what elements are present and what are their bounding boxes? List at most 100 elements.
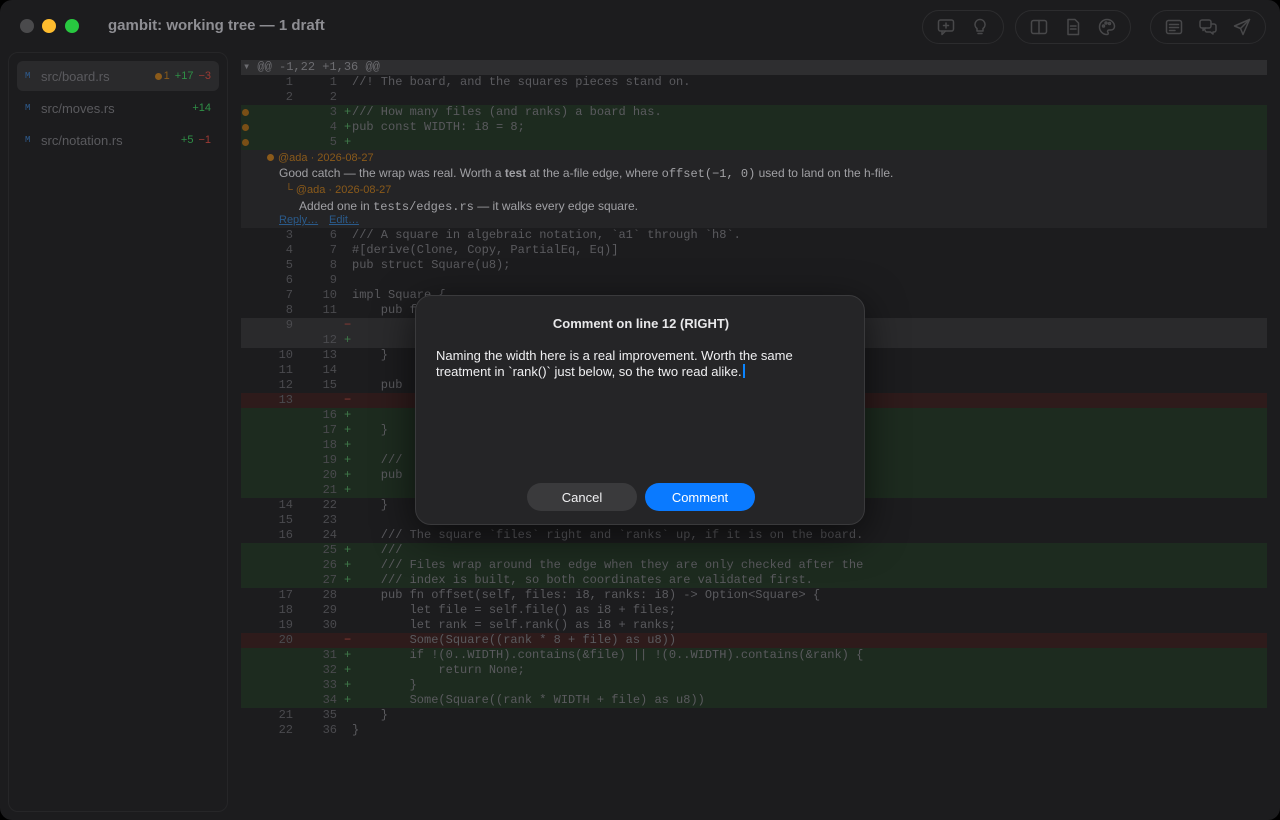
code-text: pub struct Square(u8);: [352, 258, 511, 272]
code-text: /// A square in algebraic notation, `a1`…: [352, 228, 741, 242]
diff-line[interactable]: 3 +/// How many files (and ranks) a board…: [241, 105, 1267, 120]
edit-link[interactable]: Edit…: [329, 214, 359, 226]
diff-line[interactable]: 27 + /// index is built, so both coordina…: [241, 573, 1267, 588]
old-line-number: 18: [278, 603, 293, 617]
hint-button[interactable]: [963, 12, 997, 42]
diff-line[interactable]: 69: [241, 273, 1267, 288]
hunk-header[interactable]: ▾ @@ -1,22 +1,36 @@: [241, 60, 1267, 75]
diff-line[interactable]: 19 30 let rank = self.rank() as i8 + rank…: [241, 618, 1267, 633]
old-line-number: 6: [285, 273, 293, 287]
code-text: ///: [352, 543, 403, 557]
new-line-number: 15: [322, 378, 337, 392]
new-line-number: 26: [322, 558, 337, 572]
diff-line[interactable]: 31 + if !(0..WIDTH).contains(&file) || !(…: [241, 648, 1267, 663]
code-text: let rank = self.rank() as i8 + ranks;: [352, 618, 677, 632]
review-dot-icon: [242, 139, 249, 146]
add-comment-button[interactable]: [929, 12, 963, 42]
toolbar-group-view: [1015, 10, 1131, 44]
old-line-number: 3: [285, 228, 293, 242]
diff-line[interactable]: 33 + }: [241, 678, 1267, 693]
reply-link[interactable]: Reply…: [279, 214, 318, 226]
new-line-number: 11: [322, 303, 337, 317]
old-line-number: 1: [285, 75, 293, 89]
code-text: //! The board, and the squares pieces st…: [352, 75, 691, 89]
old-line-number: 22: [278, 723, 293, 737]
comment-dialog: Comment on line 12 (RIGHT) Naming the wi…: [415, 295, 865, 525]
comment-textarea[interactable]: Naming the width here is a real improvem…: [436, 348, 846, 468]
file-stats: +14: [192, 102, 211, 114]
diff-line[interactable]: 3 6 /// A square in algebraic notation, `a…: [241, 228, 1267, 243]
old-line-number: 9: [285, 318, 293, 332]
text-caret: [742, 364, 745, 378]
new-line-number: 32: [322, 663, 337, 677]
sidebar-file-item[interactable]: Msrc/notation.rs +5 −1: [17, 125, 219, 155]
new-line-number: 17: [322, 423, 337, 437]
minimize-window-button[interactable]: [42, 19, 56, 33]
new-line-number: 24: [322, 528, 337, 542]
old-line-number: 12: [278, 378, 293, 392]
new-line-number: 13: [322, 348, 337, 362]
diff-line[interactable]: 18 29 let file = self.file() as i8 + file…: [241, 603, 1267, 618]
new-line-number: 31: [322, 648, 337, 662]
old-line-number: 2: [285, 90, 293, 104]
lines-added: +5: [180, 134, 194, 146]
new-line-number: 8: [329, 258, 337, 272]
code-text: pub const WIDTH: i8 = 8;: [352, 120, 525, 134]
diff-line[interactable]: 25 + ///: [241, 543, 1267, 558]
cancel-button[interactable]: Cancel: [527, 483, 637, 511]
send-review-button[interactable]: [1225, 12, 1259, 42]
split-view-button[interactable]: [1022, 12, 1056, 42]
diff-line[interactable]: 22: [241, 90, 1267, 105]
code-text: return None;: [352, 663, 525, 677]
diff-line[interactable]: 26 + /// Files wrap around the edge when …: [241, 558, 1267, 573]
new-line-number: 35: [322, 708, 337, 722]
window-title: gambit: working tree — 1 draft: [108, 17, 325, 34]
diff-line[interactable]: 22 36}: [241, 723, 1267, 738]
old-line-number: 10: [278, 348, 293, 362]
comment-dot-icon: [267, 154, 274, 161]
comment-button[interactable]: Comment: [645, 483, 755, 511]
file-name: src/notation.rs: [41, 132, 123, 148]
add-comment-icon: [937, 19, 955, 36]
sidebar-file-item[interactable]: Msrc/moves.rs +14: [17, 93, 219, 123]
diff-line[interactable]: 16 24 /// The square `files` right and `r…: [241, 528, 1267, 543]
diff-line[interactable]: 21 35 }: [241, 708, 1267, 723]
comments-icon: [1199, 19, 1217, 35]
lightbulb-icon: [974, 18, 986, 35]
diff-line[interactable]: 34 + Some(Square((rank * WIDTH + file) as…: [241, 693, 1267, 708]
new-line-number: 9: [329, 273, 337, 287]
send-icon: [1233, 18, 1251, 36]
file-status-badge: M: [25, 135, 31, 145]
list-button[interactable]: [1157, 12, 1191, 42]
new-line-number: 30: [322, 618, 337, 632]
document-button[interactable]: [1056, 12, 1090, 42]
close-window-button[interactable]: [20, 19, 34, 33]
diff-line[interactable]: 20− Some(Square((rank * 8 + file) as u8)…: [241, 633, 1267, 648]
maximize-window-button[interactable]: [65, 19, 79, 33]
diff-line[interactable]: 4 7 #[derive(Clone, Copy, PartialEq, Eq)]: [241, 243, 1267, 258]
comment-count-value: 1: [163, 70, 170, 82]
code-text: pub fn: [352, 303, 425, 317]
diff-marker: +: [344, 408, 352, 422]
comment-count: 1: [154, 70, 170, 82]
old-line-number: 14: [278, 498, 293, 512]
list-icon: [1165, 19, 1183, 35]
diff-marker: +: [344, 438, 352, 452]
diff-line[interactable]: 1 1 //! The board, and the squares pieces …: [241, 75, 1267, 90]
diff-line[interactable]: 17 28 pub fn offset(self, files: i8, rank…: [241, 588, 1267, 603]
diff-line[interactable]: 32 + return None;: [241, 663, 1267, 678]
old-line-number: 8: [285, 303, 293, 317]
file-name: src/board.rs: [41, 68, 110, 84]
theme-button[interactable]: [1090, 12, 1124, 42]
code-text: pub: [352, 468, 403, 482]
diff-line[interactable]: 5 +: [241, 135, 1267, 150]
diff-line[interactable]: 5 8 pub struct Square(u8);: [241, 258, 1267, 273]
sidebar-file-item[interactable]: Msrc/board.rs 1 +17 −3: [17, 61, 219, 91]
diff-line[interactable]: 4 + pub const WIDTH: i8 = 8;: [241, 120, 1267, 135]
comment-dot-icon: [154, 72, 162, 80]
diff-marker: +: [344, 135, 352, 149]
comments-button[interactable]: [1191, 12, 1225, 42]
new-line-number: 23: [322, 513, 337, 527]
new-line-number: 4: [329, 120, 337, 134]
old-line-number: 21: [278, 708, 293, 722]
